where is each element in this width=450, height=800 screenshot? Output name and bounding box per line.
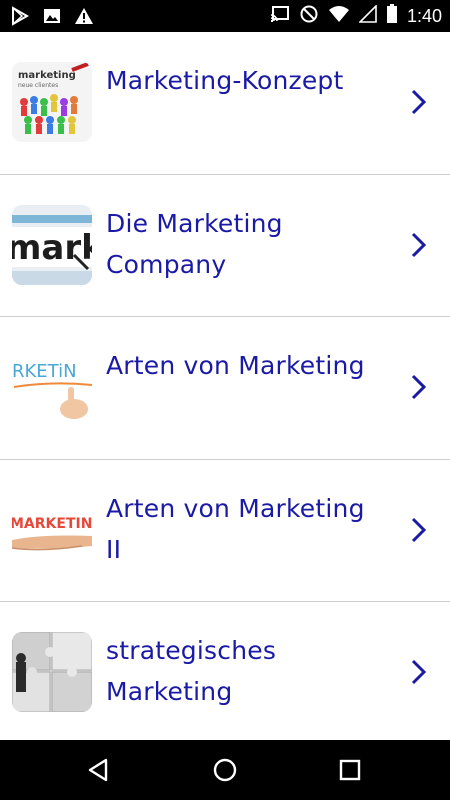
list-item-title: strategisches Marketing [106, 636, 277, 706]
chevron-right-icon [411, 232, 427, 257]
battery-icon [386, 4, 398, 28]
chevron-right-icon [411, 374, 427, 400]
cast-icon [270, 5, 290, 27]
thumbnail-types-of-marketing: RKETiN [12, 347, 92, 427]
play-store-icon [10, 6, 30, 30]
chevron-right-icon [411, 517, 427, 542]
thumb-subtext: neue clientes [18, 82, 58, 89]
warning-icon [74, 6, 94, 30]
list-item-title: Arten von Marketing II [106, 493, 365, 564]
navigation-bar [0, 740, 450, 800]
thumb-text: marketing [18, 70, 76, 81]
status-right-icons: 1:40 [270, 4, 442, 28]
thumb-text: RKETiN [12, 361, 77, 382]
list-item[interactable]: marketing neue clientes Marketing-Konzep… [0, 32, 450, 175]
back-button[interactable] [84, 755, 114, 785]
recents-button[interactable] [335, 755, 365, 785]
status-time: 1:40 [406, 5, 442, 26]
home-icon [213, 758, 237, 782]
list-item[interactable]: MARKETING Arten von Marketing II [0, 460, 450, 602]
wifi-icon [328, 5, 350, 27]
marketing-topic-list: marketing neue clientes Marketing-Konzep… [0, 32, 450, 740]
recents-icon [339, 759, 361, 781]
back-icon [88, 758, 108, 782]
status-left-icons [10, 6, 94, 30]
list-item[interactable]: strategisches Marketing [0, 602, 450, 740]
home-button[interactable] [210, 755, 240, 785]
list-item[interactable]: RKETiN Arten von Marketing [0, 317, 450, 460]
thumbnail-marketing-company: mark [12, 204, 92, 285]
thumb-text: MARKETING [12, 516, 92, 532]
list-item-title: Arten von Marketing [106, 351, 365, 380]
thumbnail-types-of-marketing-2: MARKETING [12, 489, 92, 570]
thumbnail-strategic-marketing [12, 632, 92, 712]
signal-icon [358, 4, 377, 27]
chevron-right-icon [411, 659, 427, 685]
thumbnail-marketing-concept: marketing neue clientes [12, 62, 92, 142]
list-item-title: Marketing-Konzept [106, 66, 344, 95]
image-icon [42, 6, 62, 30]
chevron-right-icon [411, 89, 427, 115]
list-item-title: Die Marketing Company [106, 208, 283, 279]
do-not-disturb-icon [299, 4, 319, 28]
list-item[interactable]: mark Die Marketing Company [0, 175, 450, 317]
status-bar: 1:40 [0, 0, 450, 32]
